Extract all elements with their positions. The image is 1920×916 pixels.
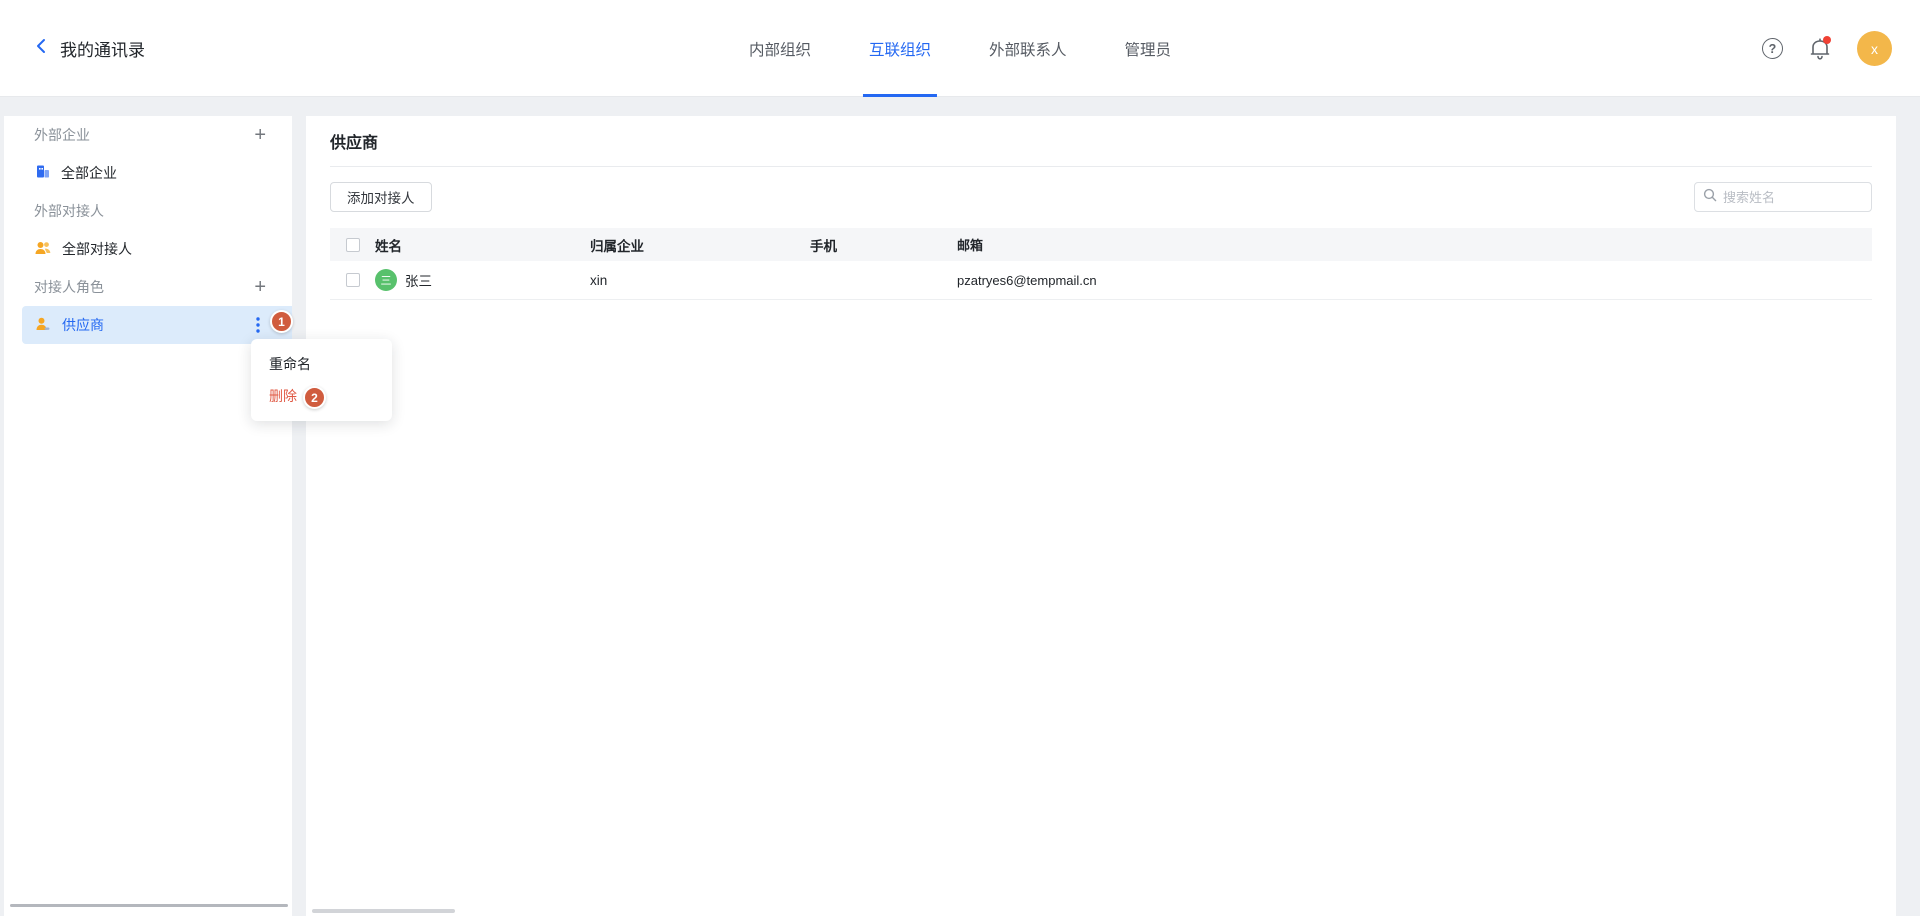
- more-options-icon[interactable]: [256, 316, 260, 337]
- search-box[interactable]: [1694, 182, 1872, 212]
- column-header-company: 归属企业: [590, 235, 810, 255]
- main-panel: 供应商 添加对接人 姓名 归属企业 手机 邮箱: [306, 116, 1896, 916]
- tab-external-contacts[interactable]: 外部联系人: [989, 0, 1067, 97]
- add-enterprise-button[interactable]: +: [254, 125, 266, 145]
- column-header-name: 姓名: [375, 235, 590, 255]
- contact-email: pzatryes6@tempmail.cn: [957, 273, 1872, 288]
- header-actions: ? x: [1762, 0, 1892, 97]
- menu-item-rename[interactable]: 重命名: [251, 348, 392, 380]
- annotation-number: 1: [278, 315, 285, 329]
- sidebar-item-all-enterprises[interactable]: 全部企业: [4, 154, 292, 192]
- notification-bell-icon[interactable]: [1809, 37, 1831, 61]
- sidebar: 外部企业 + 全部企业 外部对接人 全部对接人 对接人: [4, 116, 292, 916]
- page-title: 我的通讯录: [60, 36, 145, 61]
- add-liaison-button[interactable]: 添加对接人: [330, 182, 432, 212]
- back-navigation[interactable]: 我的通讯录: [34, 0, 145, 97]
- contact-name: 张三: [405, 270, 432, 290]
- annotation-number: 2: [311, 391, 318, 405]
- section-label: 外部企业: [34, 125, 90, 145]
- liaison-table: 姓名 归属企业 手机 邮箱 三 张三 xin pzatryes6@tempmai…: [330, 228, 1872, 300]
- header-tabs: 内部组织 互联组织 外部联系人 管理员: [749, 0, 1171, 97]
- tab-internal-org[interactable]: 内部组织: [749, 0, 811, 97]
- sidebar-section-liaison-roles: 对接人角色 +: [4, 268, 292, 306]
- toolbar: 添加对接人: [330, 182, 1872, 212]
- annotation-badge-2: 2: [303, 386, 326, 409]
- tab-label: 内部组织: [749, 38, 811, 60]
- add-role-button[interactable]: +: [254, 277, 266, 297]
- avatar-glyph: 三: [381, 272, 392, 288]
- sidebar-item-supplier[interactable]: 供应商: [22, 306, 292, 344]
- help-glyph: ?: [1769, 42, 1777, 56]
- section-label: 外部对接人: [34, 201, 104, 221]
- help-icon[interactable]: ?: [1762, 38, 1783, 59]
- people-icon: [34, 240, 52, 259]
- tab-admin[interactable]: 管理员: [1125, 0, 1172, 97]
- active-tab-underline: [863, 94, 937, 97]
- sidebar-item-label: 全部对接人: [62, 239, 132, 259]
- sidebar-item-label: 全部企业: [61, 163, 117, 183]
- contact-company: xin: [590, 273, 810, 288]
- section-label: 对接人角色: [34, 277, 104, 297]
- column-header-mobile: 手机: [810, 235, 957, 255]
- sidebar-item-label: 供应商: [62, 315, 104, 335]
- person-role-icon: [34, 316, 52, 335]
- building-icon: [34, 163, 51, 183]
- table-row[interactable]: 三 张三 xin pzatryes6@tempmail.cn: [330, 261, 1872, 300]
- annotation-badge-1: 1: [270, 310, 293, 333]
- tab-label: 管理员: [1125, 38, 1172, 60]
- notification-dot: [1823, 36, 1831, 44]
- user-avatar[interactable]: x: [1857, 31, 1892, 66]
- search-icon: [1703, 188, 1717, 207]
- title-divider: [330, 166, 1872, 167]
- tab-label: 互联组织: [869, 38, 931, 60]
- sidebar-item-all-liaisons[interactable]: 全部对接人: [4, 230, 292, 268]
- back-chevron-icon[interactable]: [34, 37, 48, 60]
- row-checkbox[interactable]: [346, 273, 360, 287]
- search-input[interactable]: [1723, 190, 1863, 205]
- select-all-checkbox[interactable]: [346, 238, 360, 252]
- top-header: 我的通讯录 内部组织 互联组织 外部联系人 管理员 ? x: [0, 0, 1920, 97]
- tab-interconnected-org[interactable]: 互联组织: [869, 0, 931, 97]
- tab-label: 外部联系人: [989, 38, 1067, 60]
- main-horizontal-scrollbar[interactable]: [312, 909, 455, 913]
- table-header-row: 姓名 归属企业 手机 邮箱: [330, 228, 1872, 261]
- sidebar-horizontal-scrollbar[interactable]: [10, 904, 288, 907]
- column-header-email: 邮箱: [957, 235, 1872, 254]
- sidebar-section-external-liaisons: 外部对接人: [4, 192, 292, 230]
- context-menu: 重命名 删除: [251, 339, 392, 421]
- avatar-initial: x: [1871, 41, 1878, 57]
- sidebar-section-external-enterprise: 外部企业 +: [4, 116, 292, 154]
- contact-avatar: 三: [375, 269, 397, 291]
- content-title: 供应商: [330, 116, 1872, 153]
